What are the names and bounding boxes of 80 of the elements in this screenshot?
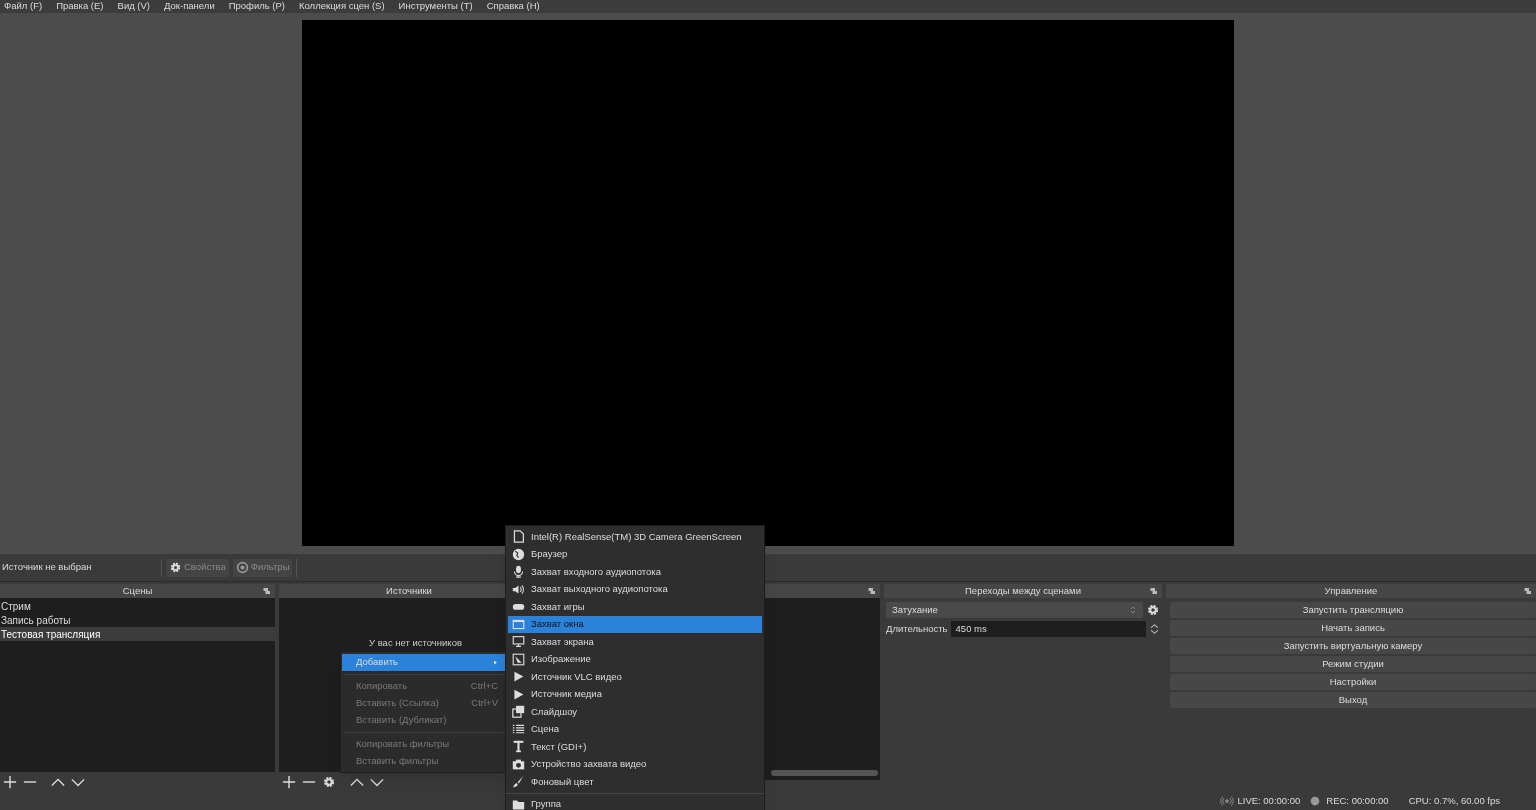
- menu-item[interactable]: Файл (F): [4, 0, 43, 14]
- play-icon: [512, 670, 525, 684]
- speaker-icon: [512, 582, 525, 596]
- cpu-status: CPU: 0.7%, 60.00 fps: [1408, 793, 1500, 808]
- filter-icon: [235, 561, 249, 574]
- control-button[interactable]: Начать запись: [1170, 620, 1536, 636]
- selected-source-label: Источник не выбран: [2, 560, 93, 575]
- control-button[interactable]: Запустить трансляцию: [1170, 602, 1536, 618]
- record-icon: [1310, 796, 1321, 806]
- control-button[interactable]: Режим студии: [1170, 656, 1536, 672]
- submenu-item[interactable]: Текст (GDI+): [508, 738, 762, 756]
- plus-icon: [282, 775, 296, 789]
- submenu-item[interactable]: Захват игры: [508, 598, 762, 616]
- dock-title: Переходы между сценами: [965, 583, 1081, 598]
- text-icon: [512, 740, 525, 754]
- menu-item[interactable]: Вид (V): [117, 0, 151, 14]
- submenu-item[interactable]: Фоновый цвет: [508, 773, 762, 791]
- camera-icon: [512, 757, 525, 771]
- submenu-item[interactable]: Сцена: [508, 720, 762, 738]
- submenu-item[interactable]: Захват экрана: [508, 633, 762, 651]
- brush-icon: [512, 775, 525, 789]
- rec-timer: REC: 00:00:00: [1326, 793, 1389, 808]
- undock-icon: [868, 587, 876, 595]
- gear-icon: [169, 561, 182, 574]
- file-icon: [512, 530, 525, 544]
- menu-item[interactable]: Правка (E): [56, 0, 104, 14]
- plus-button[interactable]: [3, 775, 17, 789]
- submenu-item[interactable]: Захват выходного аудиопотока: [508, 580, 762, 598]
- undock-icon: [1524, 587, 1532, 595]
- globe-icon: [512, 547, 525, 561]
- monitor-icon: [512, 635, 525, 649]
- duration-label: Длительность: [886, 621, 948, 636]
- submenu-item[interactable]: Захват окна: [508, 615, 762, 633]
- submenu-item[interactable]: Браузер: [508, 545, 762, 563]
- live-timer: LIVE: 00:00:00: [1237, 793, 1301, 808]
- undock-icon: [1150, 587, 1158, 595]
- transition-dropdown[interactable]: Затухание: [886, 602, 1143, 618]
- menu-item[interactable]: Инструменты (T): [398, 0, 473, 14]
- submenu-item[interactable]: Группа: [508, 795, 762, 810]
- scene-item[interactable]: Тестовая трансляция: [0, 627, 275, 641]
- submenu-item[interactable]: Захват входного аудиопотока: [508, 563, 762, 581]
- window-icon: [512, 617, 525, 631]
- plus-icon: [3, 775, 17, 789]
- submenu-item[interactable]: Устройство захвата видео: [508, 755, 762, 773]
- submenu-item[interactable]: Источник VLC видео: [508, 668, 762, 686]
- shortcut-label: Ctrl+V: [471, 696, 498, 711]
- dock-title: Сцены: [122, 583, 153, 598]
- folder-icon: [512, 797, 525, 810]
- menu-item[interactable]: Док-панели: [164, 0, 215, 14]
- dock-title: Источники: [386, 583, 432, 598]
- control-button[interactable]: Выход: [1170, 692, 1536, 708]
- scrollbar[interactable]: [771, 770, 878, 776]
- menu-item[interactable]: Коллекция сцен (S): [299, 0, 385, 14]
- spinner-icon: [1149, 621, 1160, 637]
- control-button[interactable]: Настройки: [1170, 674, 1536, 690]
- duration-field[interactable]: 450 ms: [950, 621, 1146, 637]
- updown-icon: [1129, 605, 1137, 615]
- slideshow-icon: [512, 705, 525, 719]
- shortcut-label: Ctrl+C: [470, 679, 498, 694]
- submenu-item[interactable]: Слайдшоу: [508, 703, 762, 721]
- scene-item[interactable]: Стрим: [0, 599, 275, 613]
- gear-icon: [322, 775, 336, 789]
- submenu-item[interactable]: Изображение: [508, 650, 762, 668]
- scene-item[interactable]: Запись работы: [0, 613, 275, 627]
- play-icon: [512, 687, 525, 701]
- list-icon: [512, 722, 525, 736]
- gear-button[interactable]: [322, 775, 336, 789]
- menu-item[interactable]: Справка (H): [486, 0, 540, 14]
- menu-item[interactable]: Профиль (P): [228, 0, 285, 14]
- empty-sources-message: У вас нет источников: [369, 636, 462, 650]
- plus-button[interactable]: [282, 775, 296, 789]
- microphone-icon: [512, 565, 525, 579]
- image-icon: [512, 652, 525, 666]
- submenu-item[interactable]: Intel(R) RealSense(TM) 3D Camera GreenScreen: [508, 528, 762, 546]
- transition-settings-button[interactable]: [1146, 603, 1160, 617]
- undock-icon: [263, 587, 271, 595]
- dock-title: Управление: [1324, 583, 1378, 598]
- submenu-item[interactable]: Источник медиа: [508, 685, 762, 703]
- control-button[interactable]: Запустить виртуальную камеру: [1170, 638, 1536, 654]
- broadcast-icon: [1220, 795, 1235, 807]
